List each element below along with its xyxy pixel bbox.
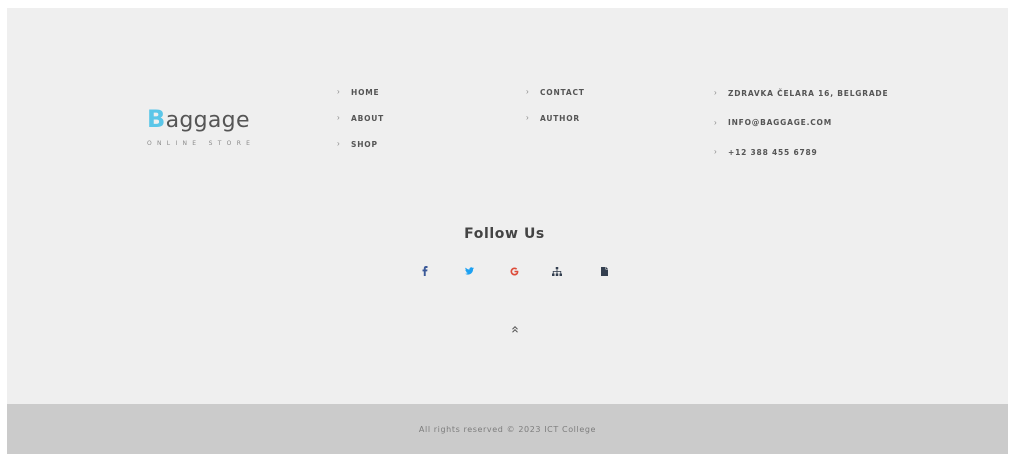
chevron-right-icon: › bbox=[526, 113, 529, 122]
google-icon[interactable] bbox=[507, 264, 521, 278]
footer-link-label: ABOUT bbox=[351, 113, 385, 123]
social-links bbox=[415, 264, 620, 278]
contact-email-text: INFO@BAGGAGE.COM bbox=[728, 118, 832, 127]
contact-email[interactable]: › INFO@BAGGAGE.COM bbox=[714, 117, 888, 129]
chevron-right-icon: › bbox=[337, 87, 340, 96]
footer-link-label: SHOP bbox=[351, 139, 378, 149]
footer-link-label: HOME bbox=[351, 87, 380, 97]
copyright-bar: All rights reserved © 2023 ICT College bbox=[7, 404, 1008, 454]
chevron-right-icon: › bbox=[337, 139, 340, 148]
sitemap-icon[interactable] bbox=[550, 264, 564, 278]
footer-link-label: AUTHOR bbox=[540, 113, 581, 123]
nav-column-secondary: › CONTACT › AUTHOR bbox=[526, 86, 585, 138]
footer-link-label: CONTACT bbox=[540, 87, 585, 97]
logo-initial: B bbox=[147, 105, 166, 133]
contact-phone[interactable]: › +12 388 455 6789 bbox=[714, 146, 888, 158]
footer-link-about[interactable]: › ABOUT bbox=[337, 112, 384, 124]
contact-address: › ZDRAVKA ČELARA 16, BELGRADE bbox=[714, 87, 888, 99]
chevron-right-icon: › bbox=[714, 117, 717, 127]
chevron-right-icon: › bbox=[337, 113, 340, 122]
chevron-right-icon: › bbox=[714, 88, 717, 97]
scroll-to-top-button[interactable] bbox=[508, 322, 522, 336]
nav-column-main: › HOME › ABOUT › SHOP bbox=[337, 86, 384, 164]
copyright-text: All rights reserved © 2023 ICT College bbox=[418, 424, 597, 434]
double-chevron-up-icon bbox=[512, 325, 518, 333]
follow-us-heading: Follow Us bbox=[464, 226, 545, 242]
logo-text: aggage bbox=[165, 108, 250, 133]
chevron-right-icon: › bbox=[526, 87, 529, 96]
facebook-icon[interactable] bbox=[418, 264, 432, 278]
logo-tagline: ONLINE STORE bbox=[147, 140, 256, 147]
document-icon[interactable] bbox=[597, 264, 611, 278]
footer bbox=[7, 8, 1008, 404]
chevron-right-icon: › bbox=[714, 147, 717, 156]
contact-phone-text: +12 388 455 6789 bbox=[728, 147, 818, 157]
twitter-icon[interactable] bbox=[462, 264, 476, 278]
footer-link-author[interactable]: › AUTHOR bbox=[526, 112, 585, 124]
logo-wordmark: Baggage bbox=[147, 106, 255, 134]
logo[interactable]: Baggage ONLINE STORE bbox=[147, 106, 255, 147]
footer-link-contact[interactable]: › CONTACT bbox=[526, 86, 585, 98]
footer-link-home[interactable]: › HOME bbox=[337, 86, 384, 98]
footer-link-shop[interactable]: › SHOP bbox=[337, 138, 384, 150]
contact-address-text: ZDRAVKA ČELARA 16, BELGRADE bbox=[728, 88, 889, 98]
contact-info: › ZDRAVKA ČELARA 16, BELGRADE › INFO@BAG… bbox=[714, 87, 888, 176]
